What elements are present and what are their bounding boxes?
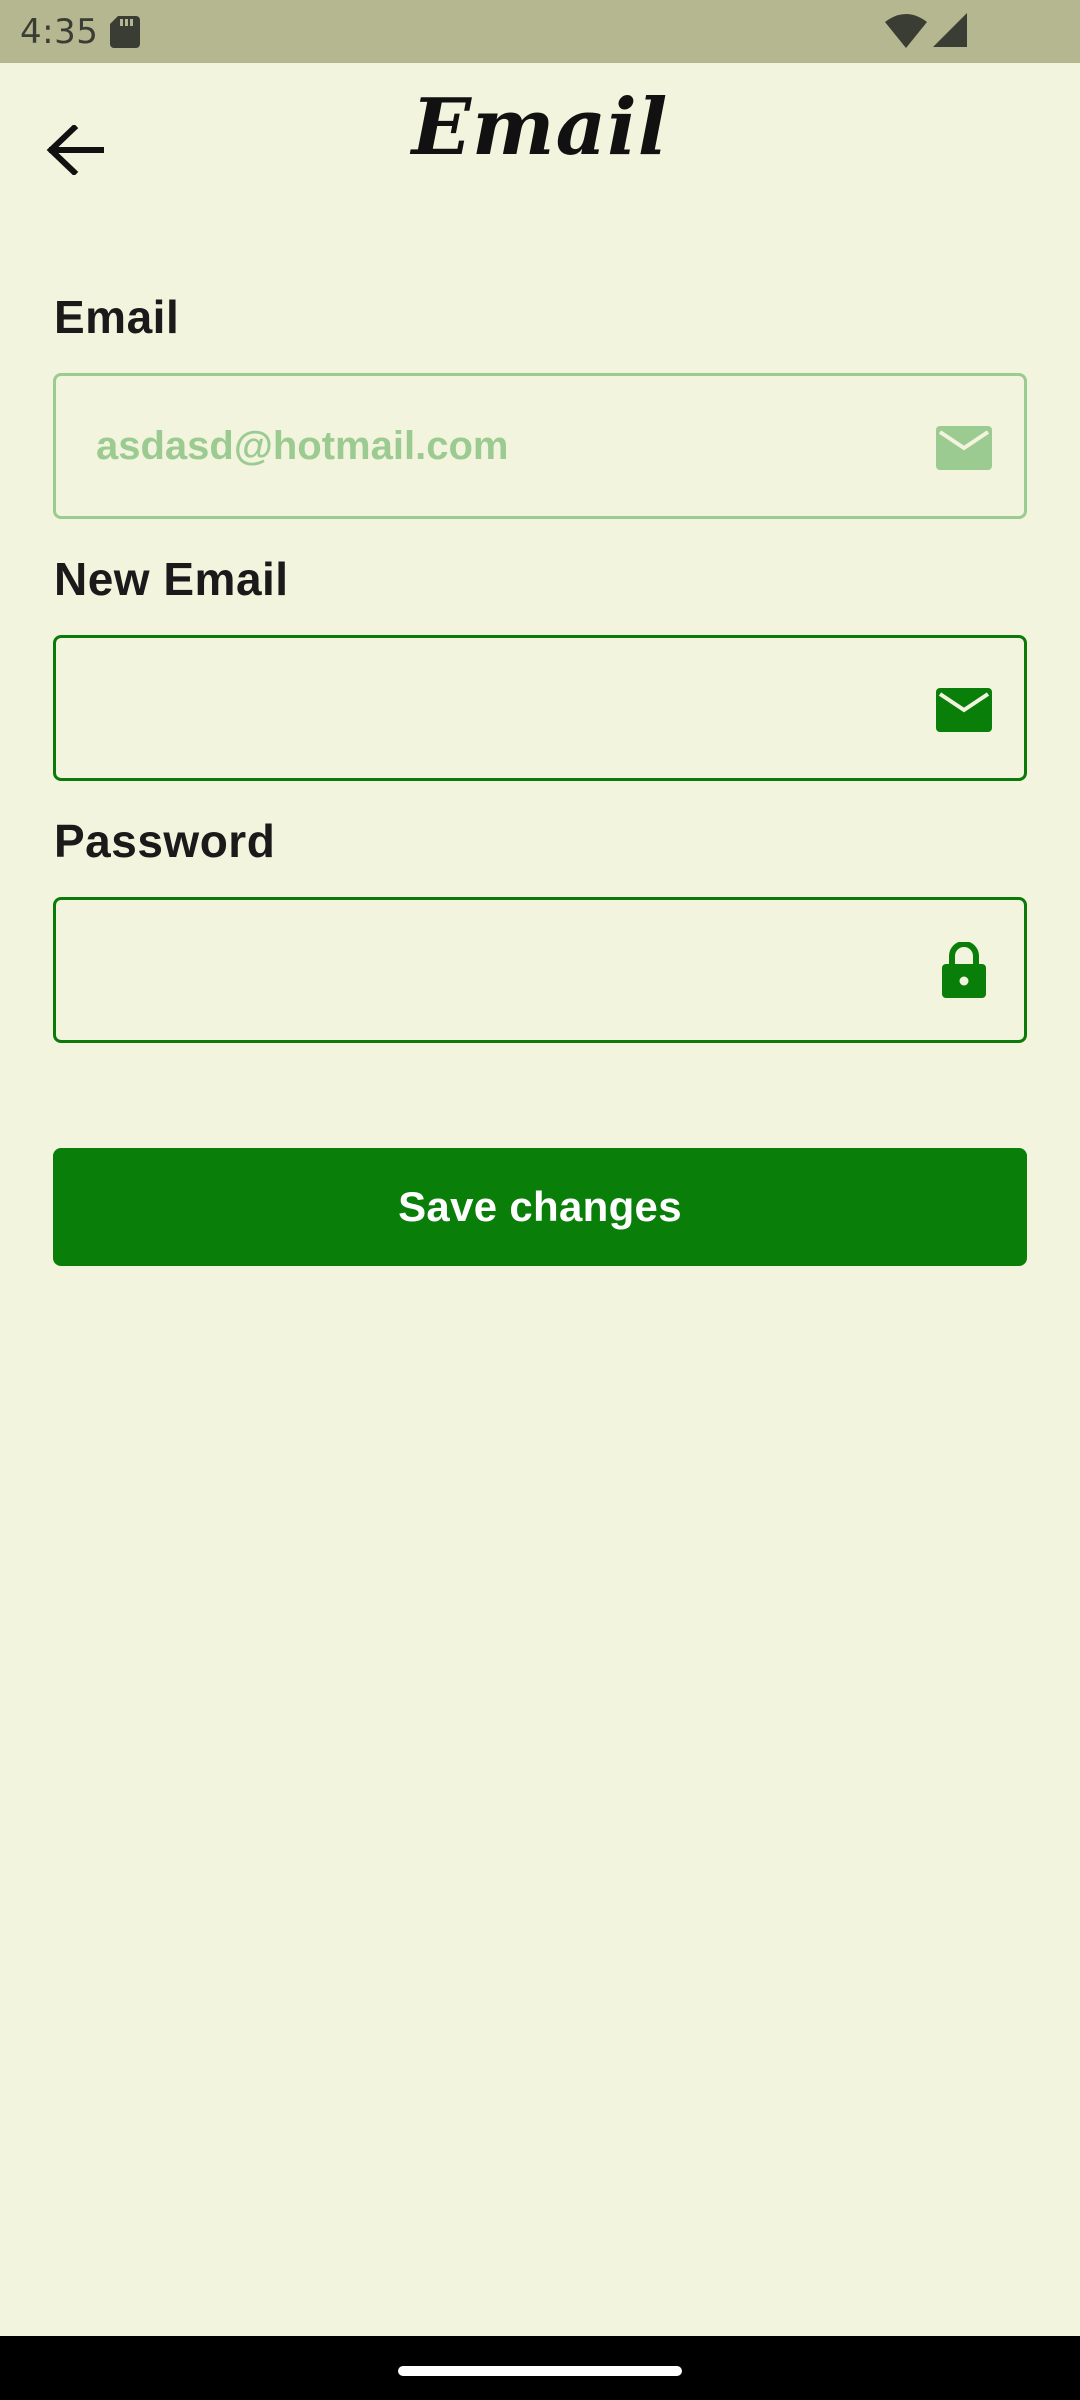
new-email-field[interactable] bbox=[53, 635, 1027, 781]
save-changes-button[interactable]: Save changes bbox=[53, 1148, 1027, 1266]
status-time: 4:35 bbox=[20, 12, 99, 52]
envelope-icon bbox=[936, 688, 992, 732]
email-value: asdasd@hotmail.com bbox=[96, 424, 509, 468]
password-field[interactable] bbox=[53, 897, 1027, 1043]
cell-signal-icon bbox=[933, 13, 967, 47]
lock-icon bbox=[942, 942, 986, 998]
email-label: Email bbox=[54, 291, 180, 343]
page-title: Email bbox=[411, 82, 669, 173]
envelope-icon bbox=[936, 426, 992, 470]
home-indicator[interactable] bbox=[398, 2366, 682, 2376]
new-email-label: New Email bbox=[54, 553, 289, 605]
email-field: asdasd@hotmail.com bbox=[53, 373, 1027, 519]
password-label: Password bbox=[54, 815, 276, 867]
sd-card-icon bbox=[110, 16, 140, 48]
wifi-icon bbox=[885, 14, 927, 48]
navigation-bar bbox=[0, 2336, 1080, 2400]
status-bar: 4:35 bbox=[0, 0, 1080, 63]
